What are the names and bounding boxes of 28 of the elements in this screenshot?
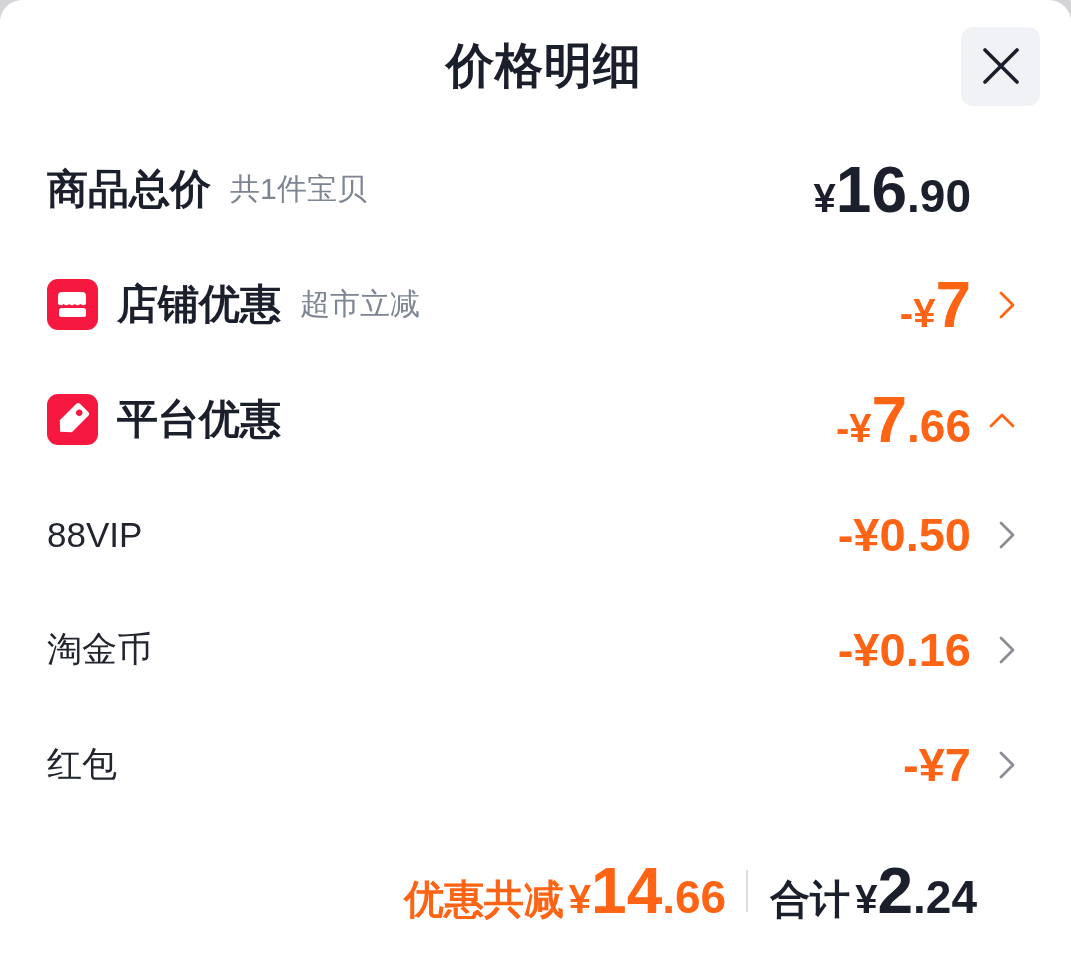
discount-label: 红包 <box>47 743 117 785</box>
discount-total-label: 优惠共减 <box>403 879 564 919</box>
total-amount: ¥2.24 <box>855 859 977 923</box>
row-label: 平台优惠 <box>117 395 281 444</box>
total-label: 合计 <box>770 879 851 919</box>
row-label: 商品总价 <box>47 165 211 214</box>
row-label: 店铺优惠 <box>117 280 281 329</box>
store-icon <box>47 279 98 330</box>
row-note: 共1件宝贝 <box>230 171 367 207</box>
chevron-up-icon[interactable] <box>989 411 1015 428</box>
discount-amount: -¥0.16 <box>837 626 971 673</box>
discount-label: 88VIP <box>47 514 143 555</box>
chevron-right-icon[interactable] <box>999 290 1015 319</box>
sheet-title: 价格明细 <box>445 38 642 94</box>
discount-label: 淘金币 <box>47 628 152 670</box>
chevron-right-icon[interactable] <box>999 520 1015 549</box>
discount-amount: -¥7.66 <box>835 387 971 452</box>
chevron-right-icon[interactable] <box>999 750 1015 779</box>
chevron-right-icon[interactable] <box>999 635 1015 664</box>
row-note: 超市立减 <box>300 286 420 322</box>
discount-amount: -¥0.50 <box>837 511 971 558</box>
close-icon <box>982 48 1019 84</box>
discount-total-amount: ¥14.66 <box>568 859 727 923</box>
tag-icon <box>47 394 98 445</box>
discount-amount: -¥7 <box>903 741 971 788</box>
close-button[interactable] <box>961 26 1040 106</box>
discount-amount: -¥7 <box>899 272 971 337</box>
price-text: ¥16.90 <box>813 157 971 222</box>
